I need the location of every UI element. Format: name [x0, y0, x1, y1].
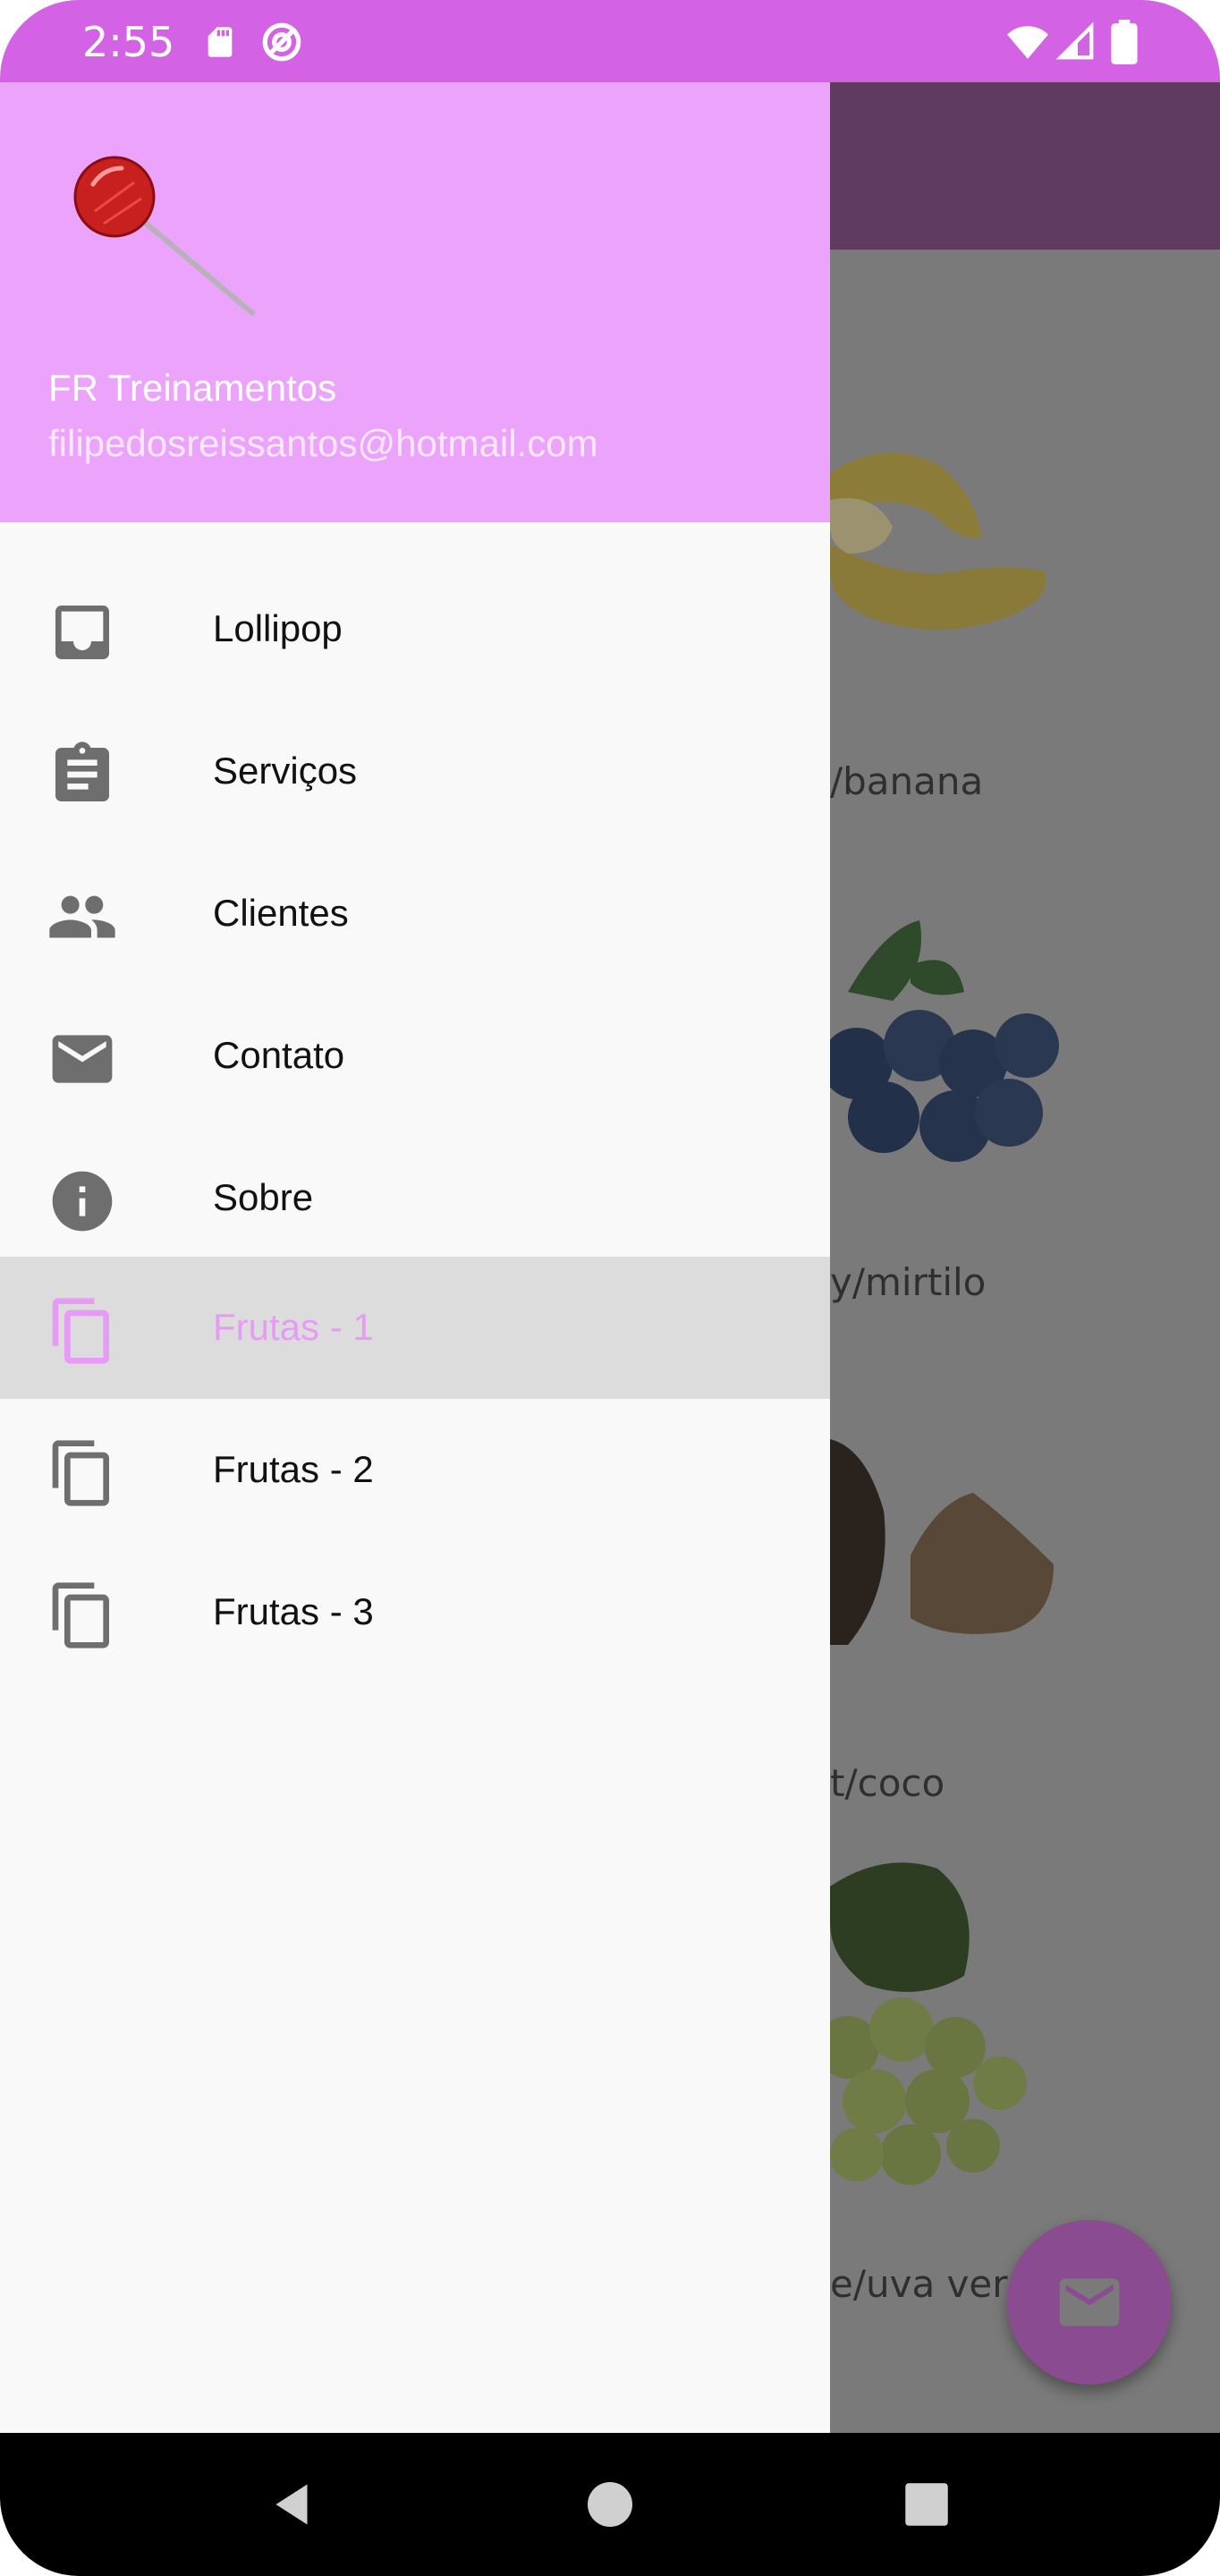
menu-item-clientes[interactable]: Clientes — [0, 843, 830, 985]
drawer-header: FR Treinamentos filipedosreissantos@hotm… — [0, 82, 830, 522]
recents-icon[interactable] — [900, 2478, 953, 2531]
fruit-label: /banana — [830, 759, 984, 803]
battery-icon — [1111, 20, 1138, 64]
menu-item-label: Frutas - 3 — [213, 1590, 374, 1632]
fruit-label: e/uva ver — [830, 2262, 1008, 2306]
grape-image — [830, 1862, 1027, 2185]
home-icon[interactable] — [583, 2478, 637, 2531]
inbox-icon — [55, 606, 109, 659]
system-nav-bar — [0, 2433, 1220, 2576]
menu-item-label: Serviços — [213, 750, 358, 792]
menu-item-label: Lollipop — [213, 607, 343, 649]
wifi-icon — [1007, 26, 1048, 59]
menu-item-frutas-2[interactable]: Frutas - 2 — [0, 1399, 830, 1541]
status-time: 2:55 — [82, 18, 175, 66]
copy-icon — [52, 1582, 109, 1648]
people-icon — [49, 895, 115, 938]
menu-item-sobre[interactable]: Sobre — [0, 1127, 830, 1269]
coconut-image — [830, 1439, 1054, 1645]
fab-mail-button[interactable] — [1007, 2220, 1172, 2385]
menu-item-label: Clientes — [213, 892, 349, 934]
menu-item-label: Contato — [213, 1034, 345, 1076]
menu-item-label: Frutas - 1 — [213, 1306, 374, 1348]
menu-item-label: Frutas - 2 — [213, 1448, 374, 1490]
fruit-label: y/mirtilo — [830, 1260, 987, 1304]
menu-item-frutas-3[interactable]: Frutas - 3 — [0, 1541, 830, 1683]
drawer-user-name: FR Treinamentos — [48, 367, 337, 409]
info-icon — [52, 1171, 113, 1232]
fruit-list: /banana y/mirtilo t/coco e/uva ver — [830, 250, 1220, 2433]
status-bar: 2:55 — [0, 0, 1220, 82]
menu-item-lollipop[interactable]: Lollipop — [0, 558, 830, 700]
menu-item-servicos[interactable]: Serviços — [0, 700, 830, 843]
clipboard-icon — [55, 741, 109, 801]
data-saver-icon — [262, 22, 301, 62]
mail-icon — [1059, 2278, 1120, 2326]
navigation-drawer: FR Treinamentos filipedosreissantos@hotm… — [0, 82, 830, 2433]
copy-icon — [52, 1298, 109, 1364]
mail-icon — [52, 1035, 113, 1083]
sd-card-icon — [208, 27, 233, 57]
menu-item-frutas-1[interactable]: Frutas - 1 — [0, 1257, 830, 1399]
back-icon[interactable] — [265, 2478, 318, 2531]
lollipop-icon — [73, 156, 255, 316]
drawer-user-email: filipedosreissantos@hotmail.com — [48, 422, 598, 464]
fruit-label: t/coco — [830, 1761, 945, 1805]
banana-image — [830, 453, 1046, 630]
app-toolbar — [830, 82, 1220, 250]
blueberry-image — [830, 920, 1059, 1162]
signal-icon — [1055, 21, 1094, 60]
menu-item-label: Sobre — [213, 1176, 314, 1218]
menu-item-contato[interactable]: Contato — [0, 985, 830, 1127]
copy-icon — [52, 1440, 109, 1506]
